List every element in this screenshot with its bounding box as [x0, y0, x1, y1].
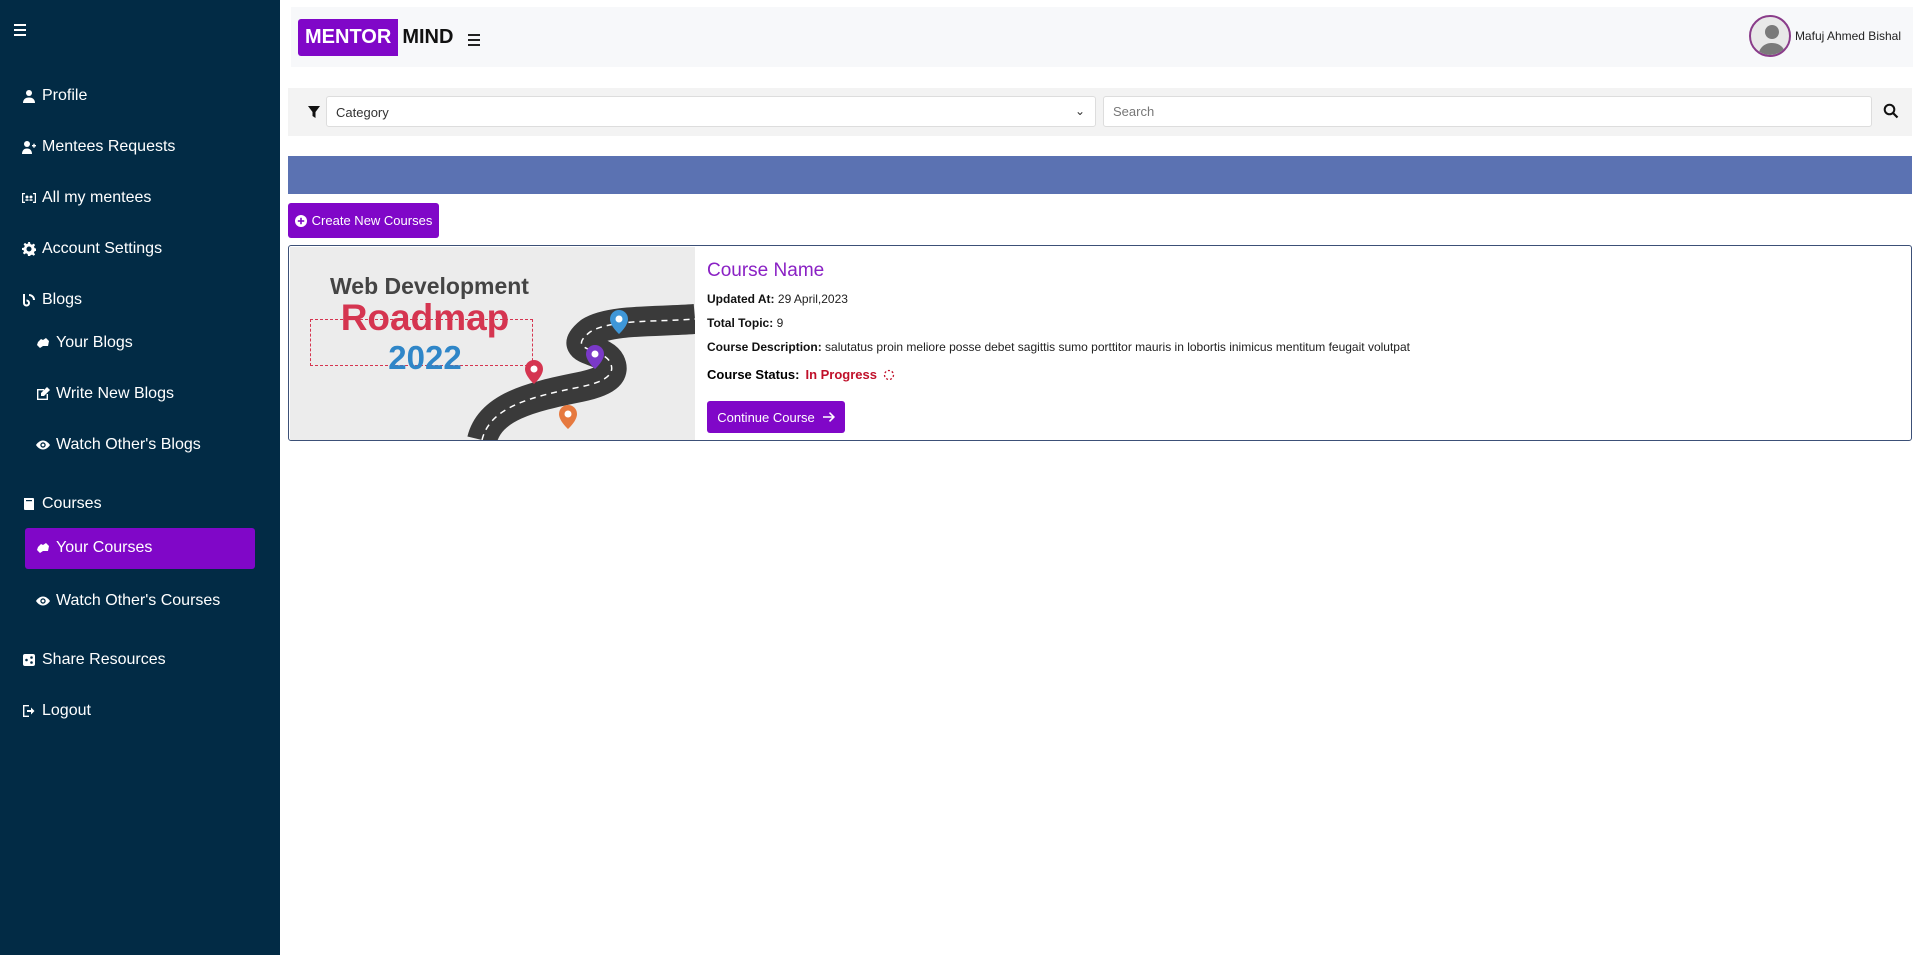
sidebar-item-courses[interactable]: Courses [22, 495, 102, 513]
continue-course-button[interactable]: Continue Course [707, 401, 845, 433]
continue-button-label: Continue Course [717, 409, 815, 425]
updated-label: Updated At: [707, 292, 775, 306]
status-badge: In Progress [805, 367, 877, 382]
desc-value: salutatus proin meliore posse debet sagi… [825, 340, 1410, 354]
sidebar-item-logout[interactable]: Logout [22, 702, 91, 720]
category-select-value: Category [336, 105, 389, 120]
sidebar-item-label: Logout [42, 702, 91, 719]
header-banner [288, 156, 1912, 194]
eye-icon [36, 596, 50, 606]
filter-bar: Category ⌄ [288, 88, 1912, 136]
topic-label: Total Topic: [707, 316, 774, 330]
sidebar-item-label: Blogs [42, 291, 83, 308]
sidebar-item-blogs[interactable]: Blogs [22, 291, 82, 309]
share-icon [23, 654, 35, 666]
category-select[interactable]: Category ⌄ [326, 96, 1096, 127]
course-card: Web Development Roadmap 2022 Course Name… [288, 245, 1912, 441]
logo-mentor: MENTOR [298, 19, 399, 56]
thumbnail-title-line3: 2022 [388, 339, 462, 376]
thumbnail-title-line2: Roadmap [340, 297, 510, 338]
create-new-courses-button[interactable]: Create New Courses [288, 203, 439, 238]
sidebar-item-share-resources[interactable]: Share Resources [22, 651, 166, 669]
sidebar: Profile Mentees Requests All my mentees … [0, 0, 280, 955]
brand-logo[interactable]: MENTOR MIND [298, 19, 457, 56]
sidebar-item-label: Share Resources [42, 651, 166, 668]
course-total-topic: Total Topic: 9 [707, 316, 1410, 330]
spinner-icon [883, 369, 895, 380]
sidebar-item-watch-others-courses[interactable]: Watch Other's Courses [36, 592, 220, 610]
plus-circle-icon [294, 214, 307, 227]
search-input[interactable] [1103, 96, 1872, 127]
avatar [1748, 15, 1791, 57]
sidebar-item-write-new-blogs[interactable]: Write New Blogs [36, 385, 174, 403]
users-card-icon [22, 193, 36, 203]
sidebar-item-label: Write New Blogs [56, 385, 174, 402]
hand-icon [37, 543, 49, 553]
course-updated: Updated At: 29 April,2023 [707, 292, 1410, 306]
sidebar-item-profile[interactable]: Profile [22, 87, 87, 105]
search-icon[interactable] [1883, 103, 1899, 119]
sidebar-item-mentees-requests[interactable]: Mentees Requests [22, 138, 175, 156]
gear-icon [22, 242, 36, 256]
desc-label: Course Description: [707, 340, 822, 354]
logo-mind: MIND [402, 26, 454, 48]
thumbnail-title-line1: Web Development [330, 273, 529, 299]
user-plus-icon [22, 141, 36, 154]
user-name: Mafuj Ahmed Bishal [1794, 29, 1901, 43]
sidebar-item-account-settings[interactable]: Account Settings [22, 240, 162, 258]
blog-icon [23, 294, 35, 307]
filter-icon [308, 106, 320, 118]
course-name[interactable]: Course Name [707, 260, 1410, 282]
course-description: Course Description: salutatus proin meli… [707, 340, 1410, 354]
sidebar-item-watch-others-blogs[interactable]: Watch Other's Blogs [36, 436, 201, 454]
edit-icon [37, 387, 50, 400]
sidebar-item-label: Courses [42, 495, 102, 512]
map-pin-icon [559, 405, 577, 429]
sidebar-item-label: Your Blogs [56, 334, 133, 351]
user-profile[interactable]: Mafuj Ahmed Bishal [1748, 15, 1901, 57]
arrow-right-icon [822, 412, 835, 422]
create-button-label: Create New Courses [311, 213, 433, 228]
sidebar-item-your-courses[interactable]: Your Courses [36, 539, 152, 557]
sidebar-item-your-blogs[interactable]: Your Blogs [36, 334, 133, 352]
status-label: Course Status: [707, 367, 800, 382]
sidebar-item-label: Account Settings [42, 240, 163, 257]
user-icon [23, 90, 35, 103]
sidebar-item-label: Profile [42, 87, 88, 104]
sidebar-item-label: Watch Other's Blogs [56, 436, 201, 453]
sidebar-toggle-icon[interactable] [14, 24, 30, 38]
topic-value: 9 [776, 316, 784, 330]
chevron-down-icon: ⌄ [1074, 104, 1085, 118]
sidebar-item-label: Watch Other's Courses [56, 592, 221, 609]
course-info: Course Name Updated At: 29 April,2023 To… [707, 260, 1410, 382]
hand-icon [37, 338, 49, 348]
menu-toggle-icon[interactable] [468, 34, 480, 49]
book-icon [24, 498, 34, 510]
eye-icon [36, 440, 50, 450]
top-navbar: MENTOR MIND Mafuj Ahmed Bishal [291, 7, 1913, 67]
sidebar-item-label: All my mentees [42, 189, 152, 206]
logout-icon [23, 705, 35, 717]
course-thumbnail[interactable]: Web Development Roadmap 2022 [290, 247, 695, 440]
sidebar-item-label: Mentees Requests [42, 138, 176, 155]
sidebar-item-label: Your Courses [56, 539, 153, 556]
course-status: Course Status: In Progress [707, 367, 1410, 382]
updated-value: 29 April,2023 [777, 292, 848, 306]
sidebar-item-all-mentees[interactable]: All my mentees [22, 189, 151, 207]
